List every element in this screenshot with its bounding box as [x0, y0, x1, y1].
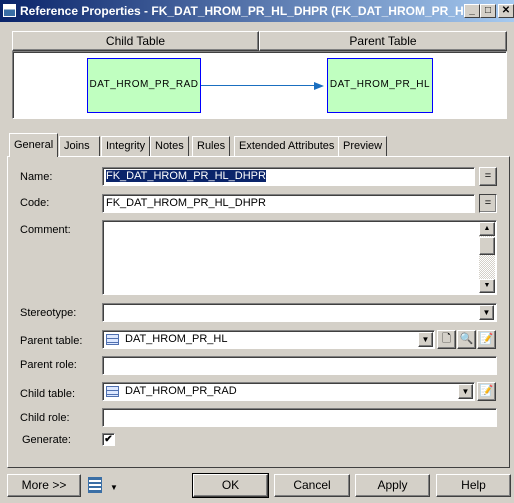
stereotype-label: Stereotype:: [20, 307, 77, 319]
parent-table-symbol[interactable]: DAT_HROM_PR_HL: [327, 58, 433, 113]
more-button[interactable]: More >>: [7, 474, 81, 497]
find-parent-table-icon[interactable]: 🔍: [457, 330, 476, 349]
child-table-symbol[interactable]: DAT_HROM_PR_RAD: [87, 58, 201, 113]
tab-integrity[interactable]: Integrity: [101, 136, 151, 157]
title-bar: Reference Properties - FK_DAT_HROM_PR_HL…: [0, 0, 514, 22]
maximize-button[interactable]: □: [480, 4, 496, 18]
stereotype-combobox[interactable]: [102, 303, 497, 322]
window-title: Reference Properties - FK_DAT_HROM_PR_HL…: [20, 4, 481, 18]
name-label: Name:: [20, 171, 53, 183]
parent-table-value: DAT_HROM_PR_HL: [125, 333, 228, 345]
child-table-combobox[interactable]: DAT_HROM_PR_RAD: [102, 382, 475, 401]
close-button[interactable]: ✕: [498, 4, 514, 18]
parent-table-combobox[interactable]: DAT_HROM_PR_HL: [102, 330, 435, 349]
menu-dropdown-icon[interactable]: ▼: [110, 483, 118, 492]
stereotype-dropdown-icon[interactable]: ▼: [479, 305, 494, 320]
tab-joins[interactable]: Joins: [59, 136, 100, 157]
scroll-thumb[interactable]: [479, 237, 495, 255]
tab-notes[interactable]: Notes: [150, 136, 189, 157]
name-input[interactable]: FK_DAT_HROM_PR_HL_DHPR: [102, 167, 475, 186]
scroll-down-icon[interactable]: ▼: [479, 279, 495, 293]
child-table-value: DAT_HROM_PR_RAD: [125, 385, 237, 397]
parent-table-header: Parent Table: [259, 31, 507, 51]
minimize-button[interactable]: _: [464, 4, 480, 18]
name-value: FK_DAT_HROM_PR_HL_DHPR: [106, 170, 266, 182]
code-sync-button[interactable]: =: [479, 194, 497, 213]
parent-role-label: Parent role:: [20, 359, 77, 371]
comment-textarea[interactable]: [102, 220, 497, 295]
parent-role-input[interactable]: [102, 356, 497, 375]
scroll-up-icon[interactable]: ▲: [479, 222, 495, 236]
tab-rules[interactable]: Rules: [192, 136, 231, 157]
help-button[interactable]: Help: [436, 474, 511, 497]
table-icon: [106, 333, 119, 345]
code-input[interactable]: FK_DAT_HROM_PR_HL_DHPR: [102, 194, 475, 213]
child-role-input[interactable]: [102, 408, 497, 427]
apply-button[interactable]: Apply: [355, 474, 430, 497]
create-parent-table-icon[interactable]: 🗋: [437, 330, 456, 349]
comment-label: Comment:: [20, 224, 71, 236]
name-code-sync-button[interactable]: =: [479, 167, 497, 186]
child-table-label: Child table:: [20, 388, 76, 400]
child-table-header: Child Table: [12, 31, 259, 51]
child-role-label: Child role:: [20, 412, 70, 424]
child-table-properties-icon[interactable]: 📝: [477, 382, 496, 401]
ok-button[interactable]: OK: [192, 473, 269, 498]
reference-arrow: [201, 85, 315, 86]
app-icon: [3, 4, 16, 17]
parent-table-label: Parent table:: [20, 335, 83, 347]
comment-scrollbar[interactable]: ▲ ▼: [479, 222, 495, 293]
tab-preview[interactable]: Preview: [338, 136, 388, 157]
menu-icon[interactable]: [88, 477, 102, 493]
parent-table-properties-icon[interactable]: 📝: [477, 330, 496, 349]
generate-checkbox[interactable]: ✔: [102, 433, 115, 446]
tab-general[interactable]: General: [9, 133, 59, 157]
table-icon: [106, 385, 119, 397]
cancel-button[interactable]: Cancel: [274, 474, 350, 497]
parent-table-dropdown-icon[interactable]: ▼: [418, 332, 433, 347]
arrow-head-icon: [314, 82, 324, 90]
generate-label: Generate:: [22, 434, 71, 446]
child-table-dropdown-icon[interactable]: ▼: [458, 384, 473, 399]
code-label: Code:: [20, 197, 50, 209]
tab-extended-attributes[interactable]: Extended Attributes: [234, 136, 340, 157]
